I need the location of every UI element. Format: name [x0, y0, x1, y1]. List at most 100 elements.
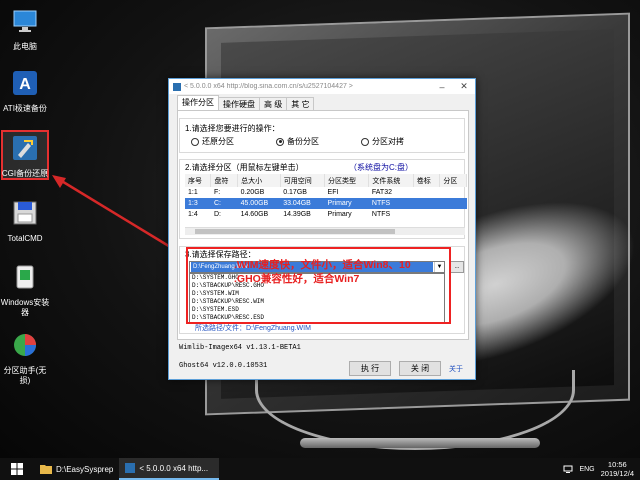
cell: 45.00GB — [237, 198, 281, 209]
taskbar: D:\EasySysprep < 5.0.0.0 x64 http... ENG… — [0, 458, 640, 480]
taskbar-item-explorer[interactable]: D:\EasySysprep — [34, 458, 119, 480]
desktop-icon-cgi[interactable]: CGI备份还原 — [0, 133, 50, 179]
table-row[interactable]: 1:1 F: 0.20GB 0.17GB EFI FAT32 — [185, 187, 467, 198]
svg-text:A: A — [19, 76, 31, 93]
browse-button[interactable]: ... — [450, 261, 464, 273]
tab-strip: 操作分区 操作硬盘 高 级 其 它 — [177, 95, 315, 110]
cell: F: — [213, 189, 221, 196]
language-indicator[interactable]: ENG — [579, 466, 594, 473]
installer-icon — [16, 265, 34, 289]
col-type[interactable]: 分区类型 — [324, 174, 370, 187]
ati-backup-icon: A — [13, 71, 37, 95]
cgi-tools-icon — [13, 136, 37, 160]
annotation-line-2: .GHO兼容性好，适合Win7 — [234, 273, 360, 285]
close-window-button[interactable]: ✕ — [453, 79, 475, 94]
floppy-disk-icon — [13, 201, 37, 225]
cell: 14.39GB — [283, 211, 311, 218]
annotation-text: .WIM速度快，文件小，适合Win8、10 .GHO兼容性好，适合Win7 — [234, 258, 411, 286]
start-button[interactable] — [0, 458, 34, 480]
col-part[interactable]: 分区 — [439, 174, 467, 187]
desktop-icon-label: ATI极速备份 — [3, 104, 47, 113]
col-total[interactable]: 总大小 — [237, 174, 281, 187]
taskbar-item-label: < 5.0.0.0 x64 http... — [139, 463, 209, 473]
cell: C: — [210, 198, 238, 209]
col-label[interactable]: 卷标 — [413, 174, 441, 187]
cell: 1:3 — [185, 198, 211, 209]
cell: EFI — [327, 189, 339, 196]
table-row-selected[interactable]: 1:3 C: 45.00GB 33.04GB Primary NTFS — [185, 198, 467, 209]
monitor-icon — [13, 10, 37, 32]
radio-backup[interactable]: 备份分区 — [276, 136, 319, 147]
desktop-icon-this-pc[interactable]: 此电脑 — [0, 6, 50, 52]
tv-base-image — [300, 438, 540, 448]
dialog-title: < 5.0.0.0 x64 http://blog.sina.com.cn/s/… — [184, 83, 353, 90]
system-tray: ENG 10:56 2019/12/4 — [563, 460, 640, 478]
tab-disk-ops[interactable]: 操作硬盘 — [218, 97, 260, 110]
system-disk-note: （系统盘为C:盘） — [349, 163, 413, 172]
cell — [413, 209, 440, 220]
folder-icon — [40, 465, 52, 474]
desktop-icon-partition-assistant[interactable]: 分区助手(无损) — [0, 330, 50, 386]
selected-path-text: 所选路径/文件：D:\FengZhuang.WIM — [195, 325, 311, 332]
dialog-titlebar[interactable]: < 5.0.0.0 x64 http://blog.sina.com.cn/s/… — [169, 79, 475, 94]
wimlib-version: Wimlib-Imagex64 v1.13.1-BETA1 — [179, 344, 301, 352]
col-drive[interactable]: 盘符 — [210, 174, 239, 187]
cell: 0.20GB — [240, 189, 265, 196]
desktop-icon-label: Windows安装器 — [0, 298, 50, 317]
cell: NTFS — [368, 198, 414, 209]
cell — [440, 209, 467, 220]
cell — [413, 187, 440, 198]
clock-time: 10:56 — [607, 460, 627, 469]
desktop-icon-label: 此电脑 — [13, 42, 37, 51]
table-header-row: 序号 盘符 总大小 可用空间 分区类型 文件系统 卷标 分区 — [185, 174, 467, 187]
clock-date: 2019/12/4 — [600, 469, 634, 478]
tab-advanced[interactable]: 高 级 — [259, 97, 288, 110]
radio-copy[interactable]: 分区对拷 — [361, 136, 404, 147]
clock[interactable]: 10:56 2019/12/4 — [601, 460, 634, 478]
windows-logo-icon — [11, 463, 23, 475]
annotation-line-1: .WIM速度快，文件小，适合Win8、10 — [234, 259, 411, 271]
cell: D: — [213, 211, 221, 218]
taskbar-item-cgi[interactable]: < 5.0.0.0 x64 http... — [119, 458, 220, 480]
about-link[interactable]: 关于 — [449, 364, 463, 374]
close-button[interactable]: 关 闭 — [399, 361, 441, 376]
cell: 33.04GB — [280, 198, 325, 209]
cell: NTFS — [371, 211, 391, 218]
network-icon[interactable] — [563, 464, 573, 474]
partition-pie-icon — [14, 334, 36, 356]
taskbar-item-label: D:\EasySysprep — [56, 464, 114, 474]
operation-radio-group: 还原分区 备份分区 分区对拷 — [191, 136, 404, 147]
col-fs[interactable]: 文件系统 — [368, 174, 414, 187]
desktop-icon-totalcmd[interactable]: TotalCMD — [0, 198, 50, 244]
desktop-icon-ati[interactable]: A ATI极速备份 — [0, 68, 50, 114]
desktop-icon-label: TotalCMD — [7, 234, 43, 243]
tab-partition-ops[interactable]: 操作分区 — [177, 95, 219, 110]
run-button[interactable]: 执 行 — [349, 361, 391, 376]
cell — [413, 198, 440, 209]
cgi-app-icon — [125, 463, 136, 473]
operation-label: 1.请选择您要进行的操作： — [185, 124, 280, 133]
partition-label: 2.请选择分区（用鼠标左键单击） — [185, 163, 304, 172]
cell: 14.60GB — [240, 211, 269, 218]
tab-other[interactable]: 其 它 — [286, 97, 315, 110]
col-index[interactable]: 序号 — [185, 174, 212, 187]
cell: Primary — [327, 211, 352, 218]
partition-table: 序号 盘符 总大小 可用空间 分区类型 文件系统 卷标 分区 1:1 F: 0.… — [185, 174, 467, 220]
cell: Primary — [324, 198, 369, 209]
desktop-icon-windows-installer[interactable]: Windows安装器 — [0, 262, 50, 318]
cell: FAT32 — [371, 189, 392, 196]
table-row[interactable]: 1:4 D: 14.60GB 14.39GB Primary NTFS — [185, 209, 467, 220]
desktop-icon-label: CGI备份还原 — [1, 169, 49, 178]
cell — [439, 198, 467, 209]
table-horizontal-scrollbar[interactable] — [185, 227, 465, 235]
ghost-version: Ghost64 v12.0.0.10531 — [179, 362, 268, 370]
minimize-button[interactable]: – — [431, 79, 453, 94]
cell: 1:4 — [188, 211, 198, 218]
app-icon — [173, 82, 181, 91]
desktop-icon-label: 分区助手(无损) — [3, 366, 47, 385]
radio-restore[interactable]: 还原分区 — [191, 136, 234, 147]
cell: 0.17GB — [283, 189, 307, 196]
cell — [440, 187, 467, 198]
col-free[interactable]: 可用空间 — [280, 174, 326, 187]
cgi-dialog-window: < 5.0.0.0 x64 http://blog.sina.com.cn/s/… — [168, 78, 476, 380]
